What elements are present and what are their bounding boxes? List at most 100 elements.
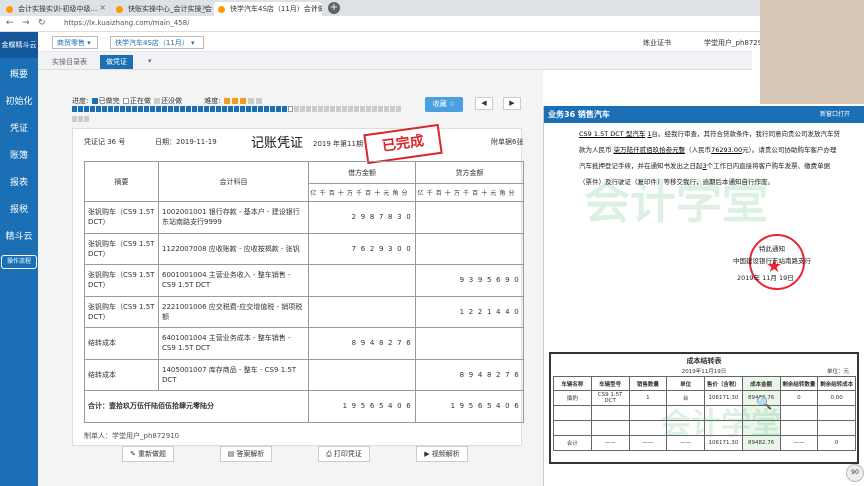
video-button[interactable]: ▶ 视频解析	[416, 446, 468, 462]
sidebar-item-ledger[interactable]: 账簿	[0, 143, 38, 170]
progress-block[interactable]	[276, 106, 281, 112]
progress-block[interactable]	[330, 106, 335, 112]
progress-block[interactable]	[306, 106, 311, 112]
progress-block[interactable]	[90, 106, 95, 112]
progress-block[interactable]	[96, 106, 101, 112]
progress-block[interactable]	[78, 106, 83, 112]
progress-block[interactable]	[282, 106, 287, 112]
close-icon[interactable]: ×	[311, 3, 318, 12]
progress-block[interactable]	[72, 116, 77, 122]
browser-tab[interactable]: 快账实操中心_会计实操_会计做账...×	[112, 2, 212, 16]
progress-block[interactable]	[396, 106, 401, 112]
entry-debit[interactable]	[308, 358, 416, 391]
url-field[interactable]: https://lx.kuaizhang.com/main_458/	[64, 19, 189, 27]
entry-debit[interactable]	[308, 295, 416, 328]
print-button[interactable]: ⎙ 打印凭证	[318, 446, 370, 462]
progress-block[interactable]	[186, 106, 191, 112]
progress-block[interactable]	[198, 106, 203, 112]
flow-button[interactable]: 操作流程	[1, 255, 37, 269]
entry-account[interactable]: 1002001001 银行存款 - 基本户 - 建设银行东站南路支行9999	[158, 201, 309, 234]
next-button[interactable]: ▶	[503, 97, 521, 110]
progress-block[interactable]	[102, 106, 107, 112]
progress-block[interactable]	[294, 106, 299, 112]
progress-block[interactable]	[312, 106, 317, 112]
progress-block[interactable]	[138, 106, 143, 112]
open-new-window-link[interactable]: 新窗口打开	[820, 106, 850, 123]
entry-summary[interactable]: 张钒购车（CS9 1.5T DCT）	[84, 295, 159, 328]
redo-button[interactable]: ✎ 重新做题	[122, 446, 174, 462]
entry-account[interactable]: 6001001004 主营业务收入 - 整车销售 - CS9 1.5T DCT	[158, 264, 309, 297]
tab-directory[interactable]: 实操目录表	[46, 55, 93, 69]
close-icon[interactable]: ×	[99, 3, 106, 12]
entry-summary[interactable]: 张钒购车（CS9 1.5T DCT）	[84, 232, 159, 265]
entry-debit[interactable]: 7629300	[308, 232, 416, 265]
progress-block[interactable]	[126, 106, 131, 112]
entry-summary[interactable]: 结转成本	[84, 358, 159, 391]
entry-debit[interactable]: 8948276	[308, 327, 416, 360]
progress-block[interactable]	[150, 106, 155, 112]
progress-block[interactable]	[192, 106, 197, 112]
entry-debit[interactable]: 2987830	[308, 201, 416, 234]
progress-block[interactable]	[156, 106, 161, 112]
progress-block[interactable]	[168, 106, 173, 112]
zoom-indicator[interactable]: 90	[846, 464, 864, 482]
entry-debit[interactable]	[308, 264, 416, 297]
tab-dropdown-icon[interactable]: ▾	[142, 55, 158, 67]
progress-block[interactable]	[384, 106, 389, 112]
progress-block[interactable]	[84, 116, 89, 122]
entry-account[interactable]: 1405001007 库存商品 - 整车 - CS9 1.5T DCT	[158, 358, 309, 391]
answer-button[interactable]: ▤ 答案解析	[220, 446, 272, 462]
progress-block[interactable]	[372, 106, 377, 112]
entry-credit[interactable]	[415, 327, 524, 360]
back-icon[interactable]: ←	[6, 18, 14, 28]
progress-block[interactable]	[342, 106, 347, 112]
entry-credit[interactable]: 8948276	[415, 358, 524, 391]
progress-block[interactable]	[318, 106, 323, 112]
progress-block[interactable]	[174, 106, 179, 112]
sidebar-item-overview[interactable]: 概要	[0, 62, 38, 89]
progress-block[interactable]	[336, 106, 341, 112]
entry-credit[interactable]	[415, 232, 524, 265]
progress-block[interactable]	[324, 106, 329, 112]
progress-block[interactable]	[270, 106, 275, 112]
progress-block[interactable]	[246, 106, 251, 112]
progress-block[interactable]	[108, 106, 113, 112]
progress-block[interactable]	[378, 106, 383, 112]
entry-credit[interactable]: 9395690	[415, 264, 524, 297]
progress-block[interactable]	[354, 106, 359, 112]
progress-block[interactable]	[240, 106, 245, 112]
progress-block[interactable]	[180, 106, 185, 112]
favorite-button[interactable]: 收藏 ☆	[425, 97, 463, 112]
browser-tab[interactable]: 会计实操实训-初级中级... ×	[2, 2, 110, 16]
close-icon[interactable]: ×	[201, 3, 208, 12]
entry-summary[interactable]: 结转成本	[84, 327, 159, 360]
progress-block[interactable]	[252, 106, 257, 112]
entry-account[interactable]: 1122007008 应收账款 - 应收按揭款 - 张钒	[158, 232, 309, 265]
progress-block[interactable]	[84, 106, 89, 112]
progress-block[interactable]	[390, 106, 395, 112]
progress-block[interactable]	[120, 106, 125, 112]
progress-block[interactable]	[78, 116, 83, 122]
tab-voucher[interactable]: 做凭证	[100, 55, 133, 69]
browser-tab-active[interactable]: 快学汽车4S店（11月）会计做账...×	[214, 2, 322, 16]
company-select[interactable]: 快学汽车4S店（11月） ▾	[110, 36, 204, 49]
sidebar-item-init[interactable]: 初始化	[0, 89, 38, 116]
progress-block[interactable]	[258, 106, 263, 112]
progress-block[interactable]	[204, 106, 209, 112]
progress-block[interactable]	[114, 106, 119, 112]
progress-block[interactable]	[234, 106, 239, 112]
entry-credit[interactable]: 1221440	[415, 295, 524, 328]
entry-account[interactable]: 2221001006 应交税费-应交增值税 - 销项税额	[158, 295, 309, 328]
entry-summary[interactable]: 张钒购车（CS9 1.5T DCT）	[84, 264, 159, 297]
progress-block[interactable]	[228, 106, 233, 112]
progress-block[interactable]	[288, 106, 293, 112]
progress-block[interactable]	[300, 106, 305, 112]
sidebar-item-reports[interactable]: 报表	[0, 170, 38, 197]
progress-block[interactable]	[222, 106, 227, 112]
sidebar-item-tax[interactable]: 报税	[0, 197, 38, 224]
progress-block[interactable]	[72, 106, 77, 112]
sidebar-item-cloud[interactable]: 精斗云	[0, 224, 38, 251]
progress-block[interactable]	[144, 106, 149, 112]
prev-button[interactable]: ◀	[475, 97, 493, 110]
industry-select[interactable]: 商贸零售 ▾	[52, 36, 98, 49]
